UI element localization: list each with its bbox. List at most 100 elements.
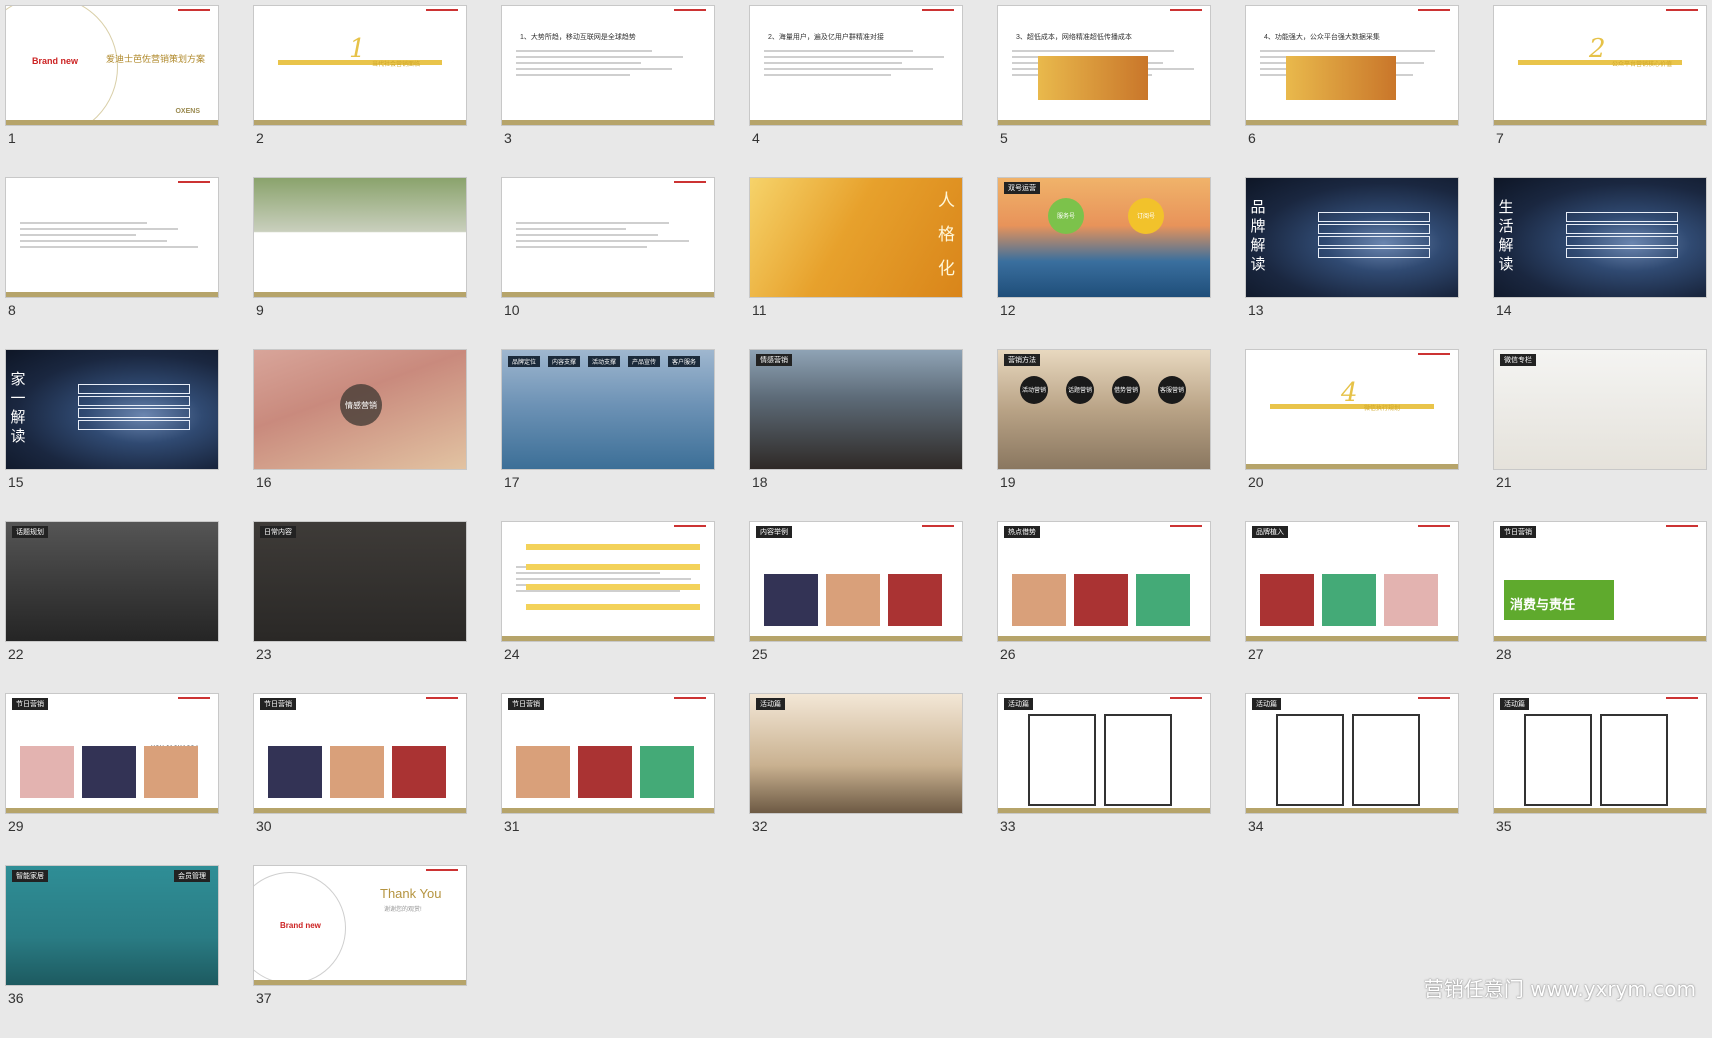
slide-cell-17[interactable]: 品牌定位 内容支撑 活动支撑 产品宣传 客户服务 17	[502, 350, 714, 522]
slide-thumbnail[interactable]: 4、功能强大，公众平台强大数据采集	[1246, 6, 1458, 125]
slide-thumbnail[interactable]: 品牌定位 内容支撑 活动支撑 产品宣传 客户服务	[502, 350, 714, 469]
slide-number: 30	[256, 818, 272, 834]
slide-thumbnail[interactable]: 2 公众平台营销核心价值	[1494, 6, 1706, 125]
slide-thumbnail[interactable]: 人格化	[750, 178, 962, 297]
slide-cell-19[interactable]: 营销方法 活动营销 话题营销 借势营销 客服营销 19	[998, 350, 1210, 522]
slide-cell-27[interactable]: 品牌植入 27	[1246, 522, 1458, 694]
slide-cell-21[interactable]: 微信专栏 21	[1494, 350, 1706, 522]
label-circle: 活动营销	[1020, 376, 1048, 404]
slide-cell-2[interactable]: 1 当代社会营销面临 2	[254, 6, 466, 178]
slide-title: 1、大势所趋，移动互联网是全球趋势	[520, 34, 636, 41]
footer-bar	[1246, 808, 1458, 813]
slide-thumbnail[interactable]	[254, 178, 466, 297]
slide-thumbnail[interactable]: 品牌解读	[1246, 178, 1458, 297]
slide-thumbnail[interactable]: 家一解读	[6, 350, 218, 469]
slide-cell-23[interactable]: 日常内容 23	[254, 522, 466, 694]
slide-number: 13	[1248, 302, 1264, 318]
slide-thumbnail[interactable]: 4 微信执行规划	[1246, 350, 1458, 469]
slide-thumbnail[interactable]	[502, 178, 714, 297]
slide-cell-26[interactable]: 热点借势 26	[998, 522, 1210, 694]
slide-cell-3[interactable]: 1、大势所趋，移动互联网是全球趋势 3	[502, 6, 714, 178]
slide-thumbnail[interactable]: 双号运营 服务号 订阅号	[998, 178, 1210, 297]
slide-cell-9[interactable]: 9	[254, 178, 466, 350]
slide-cell-22[interactable]: 话题规划 22	[6, 522, 218, 694]
slide-cell-8[interactable]: 8	[6, 178, 218, 350]
footer-bar	[502, 292, 714, 297]
slide-thumbnail[interactable]: Brand new 爱迪士芭佐营销策划方案 OXENS	[6, 6, 218, 125]
slide-cell-10[interactable]: 10	[502, 178, 714, 350]
brand-logo: Brand new	[280, 921, 321, 930]
slide-thumbnail[interactable]: 热点借势	[998, 522, 1210, 641]
timeline-row	[526, 564, 700, 570]
slide-thumbnail[interactable]: 节日营销 消费与责任	[1494, 522, 1706, 641]
slide-cell-11[interactable]: 人格化 11	[750, 178, 962, 350]
section-title: 当代社会营销面临	[372, 62, 421, 68]
slide-thumbnail[interactable]: 话题规划	[6, 522, 218, 641]
slide-thumbnail[interactable]: 节日营销	[502, 694, 714, 813]
slide-cell-14[interactable]: 生活解读 14	[1494, 178, 1706, 350]
slide-thumbnail[interactable]: 内容举例	[750, 522, 962, 641]
slide-photo	[268, 746, 322, 798]
footer-bar	[502, 120, 714, 125]
slide-thumbnail[interactable]: 智能家居 会员管理	[6, 866, 218, 985]
slide-cell-29[interactable]: 节日营销YOU JACKASS ! 29	[6, 694, 218, 866]
slide-tag: 节日营销	[1500, 526, 1536, 538]
slide-thumbnail[interactable]: 活动篇	[1494, 694, 1706, 813]
text-lines	[20, 222, 204, 252]
slide-cell-32[interactable]: 活动篇 32	[750, 694, 962, 866]
slide-cell-18[interactable]: 情感营销 18	[750, 350, 962, 522]
slide-thumbnail[interactable]: 活动篇	[750, 694, 962, 813]
slide-number: 3	[504, 130, 512, 146]
corner-logo: OXENS	[175, 108, 200, 115]
watermark-text: 营销任意门 www.yxrym.com	[1423, 977, 1696, 1001]
label-text: 话题营销	[1067, 388, 1092, 394]
slide-cell-36[interactable]: 智能家居 会员管理 36	[6, 866, 218, 1038]
slide-thumbnail[interactable]: 活动篇	[1246, 694, 1458, 813]
slide-number: 32	[752, 818, 768, 834]
cover-title: 爱迪士芭佐营销策划方案	[106, 54, 206, 64]
slide-cell-12[interactable]: 双号运营 服务号 订阅号 12	[998, 178, 1210, 350]
slide-cell-33[interactable]: 活动篇 33	[998, 694, 1210, 866]
slide-thumbnail[interactable]: 节日营销YOU JACKASS !	[6, 694, 218, 813]
diagram-box	[78, 396, 190, 406]
slide-thumbnail[interactable]: 生活解读	[1494, 178, 1706, 297]
slide-photo	[640, 746, 694, 798]
slide-cell-16[interactable]: 情感营销 16	[254, 350, 466, 522]
slide-thumbnail[interactable]	[502, 522, 714, 641]
slide-thumbnail[interactable]: 节日营销	[254, 694, 466, 813]
slide-number: 19	[1000, 474, 1016, 490]
slide-cell-24[interactable]: 24	[502, 522, 714, 694]
slide-cell-35[interactable]: 活动篇 35	[1494, 694, 1706, 866]
footer-bar	[750, 120, 962, 125]
slide-thumbnail[interactable]: 2、海量用户，遍及亿用户群精准对接	[750, 6, 962, 125]
slide-cell-13[interactable]: 品牌解读 13	[1246, 178, 1458, 350]
slide-thumbnail[interactable]: 活动篇	[998, 694, 1210, 813]
slide-cell-30[interactable]: 节日营销 30	[254, 694, 466, 866]
slide-cell-20[interactable]: 4 微信执行规划 20	[1246, 350, 1458, 522]
slide-cell-28[interactable]: 节日营销 消费与责任 28	[1494, 522, 1706, 694]
slide-cell-31[interactable]: 节日营销 31	[502, 694, 714, 866]
slide-cell-6[interactable]: 4、功能强大，公众平台强大数据采集 6	[1246, 6, 1458, 178]
slide-thumbnail[interactable]: 微信专栏	[1494, 350, 1706, 469]
slide-thumbnail[interactable]: 情感营销	[750, 350, 962, 469]
slide-cell-7[interactable]: 2 公众平台营销核心价值 7	[1494, 6, 1706, 178]
slide-thumbnail[interactable]: 品牌植入	[1246, 522, 1458, 641]
slide-cell-5[interactable]: 3、超低成本，网络精准超低传播成本 5	[998, 6, 1210, 178]
slide-thumbnail[interactable]: 日常内容	[254, 522, 466, 641]
slide-title: 3、超低成本，网络精准超低传播成本	[1016, 34, 1132, 41]
slide-cell-1[interactable]: Brand new 爱迪士芭佐营销策划方案 OXENS 1	[6, 6, 218, 178]
slide-thumbnail[interactable]: 1、大势所趋，移动互联网是全球趋势	[502, 6, 714, 125]
slide-thumbnail[interactable]: 营销方法 活动营销 话题营销 借势营销 客服营销	[998, 350, 1210, 469]
slide-number: 20	[1248, 474, 1264, 490]
slide-cell-15[interactable]: 家一解读 15	[6, 350, 218, 522]
slide-thumbnail[interactable]: 3、超低成本，网络精准超低传播成本	[998, 6, 1210, 125]
slide-thumbnail[interactable]: 1 当代社会营销面临	[254, 6, 466, 125]
slide-cell-25[interactable]: 内容举例 25	[750, 522, 962, 694]
slide-cell-4[interactable]: 2、海量用户，遍及亿用户群精准对接 4	[750, 6, 962, 178]
slide-cell-34[interactable]: 活动篇 34	[1246, 694, 1458, 866]
slide-number: 21	[1496, 474, 1512, 490]
slide-thumbnail[interactable]: 情感营销	[254, 350, 466, 469]
slide-thumbnail[interactable]: Brand new Thank You 谢谢您的观赏!	[254, 866, 466, 985]
slide-cell-37[interactable]: Brand new Thank You 谢谢您的观赏! 37	[254, 866, 466, 1038]
slide-thumbnail[interactable]	[6, 178, 218, 297]
